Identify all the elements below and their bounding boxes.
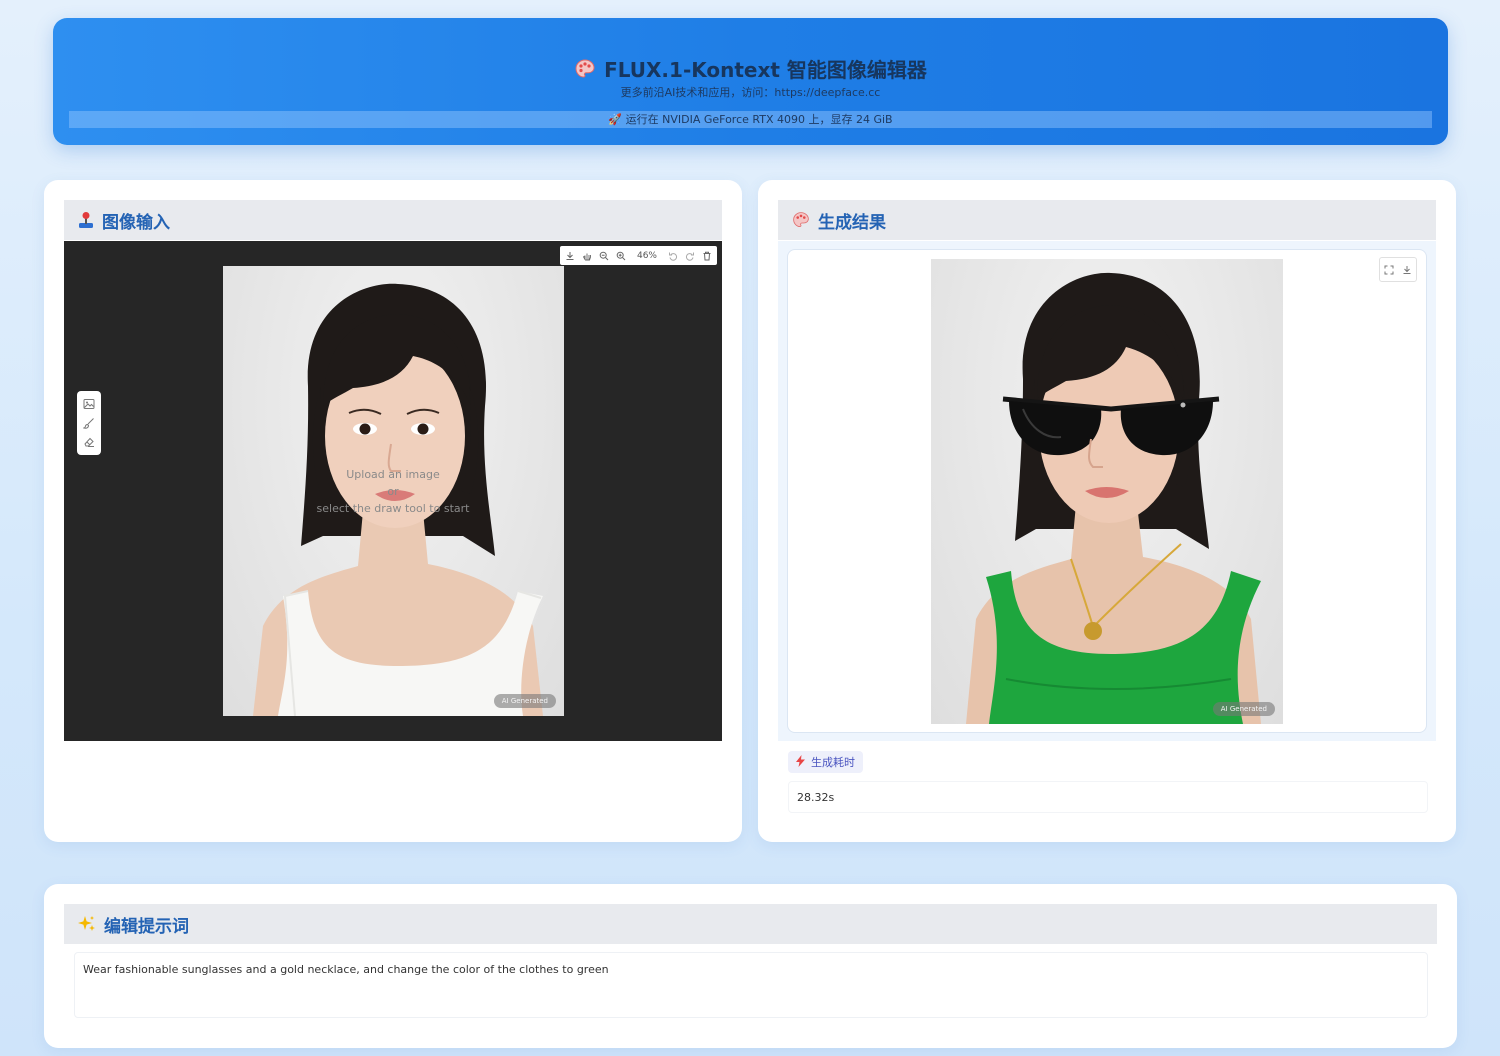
output-card-header: 生成结果 [778,200,1436,240]
pan-icon[interactable] [582,251,592,261]
output-photo: AI Generated [931,259,1283,724]
zoom-out-icon[interactable] [599,251,609,261]
input-card-title: 图像输入 [102,212,170,233]
prompt-card-title: 编辑提示词 [104,916,189,937]
app-header: FLUX.1-Kontext 智能图像编辑器 更多前沿AI技术和应用，访问：ht… [53,18,1448,145]
output-portrait-illustration [966,272,1261,724]
prompt-card: 编辑提示词 Wear fashionable sunglasses and a … [44,884,1457,1048]
ai-generated-badge: AI Generated [1212,702,1275,716]
fullscreen-icon[interactable] [1384,260,1394,279]
rocket-icon: 🚀 [608,113,626,126]
input-card-header: 图像输入 [64,200,722,240]
output-image-frame: AI Generated [787,249,1427,733]
zoom-level: 46% [636,250,657,261]
upload-placeholder-line1: Upload an image [346,468,440,481]
image-icon[interactable] [83,395,95,414]
eraser-icon[interactable] [83,433,95,452]
upload-placeholder-line2: or [387,485,399,498]
generation-time-label: 生成耗时 [788,751,863,773]
palette-icon [574,58,596,85]
input-card: 图像输入 46% AI Generated Upload an image or… [44,180,742,842]
output-card-title: 生成结果 [818,212,886,233]
joystick-icon [78,211,94,229]
generation-time-label-text: 生成耗时 [811,756,855,769]
app-subtitle: 更多前沿AI技术和应用，访问：https://deepface.cc [620,86,881,99]
prompt-card-header: 编辑提示词 [64,904,1437,944]
app-title-row: FLUX.1-Kontext 智能图像编辑器 [53,54,1448,85]
sparkles-icon [78,915,96,933]
upload-placeholder: Upload an image or select the draw tool … [264,466,522,517]
palette-icon [792,211,810,229]
undo-icon[interactable] [668,251,678,261]
editor-side-tools [77,391,101,455]
redo-icon[interactable] [685,251,695,261]
app-title: FLUX.1-Kontext 智能图像编辑器 [604,58,927,82]
gpu-info-text: 运行在 NVIDIA GeForce RTX 4090 上，显存 24 GiB [625,113,893,126]
download-icon[interactable] [565,251,575,261]
upload-placeholder-line3: select the draw tool to start [316,502,470,515]
output-toolbar [1379,257,1417,282]
generation-time-value: 28.32s [788,781,1428,813]
zoom-in-icon[interactable] [616,251,626,261]
download-icon[interactable] [1402,260,1412,279]
output-card: 生成结果 AI Generated 生成耗时 28.32s [758,180,1456,842]
gpu-info-bar: 🚀 运行在 NVIDIA GeForce RTX 4090 上，显存 24 Gi… [69,111,1432,128]
trash-icon[interactable] [702,251,712,261]
editor-toolbar: 46% [559,246,717,265]
prompt-textarea[interactable]: Wear fashionable sunglasses and a gold n… [74,952,1428,1018]
ai-generated-badge: AI Generated [493,694,556,708]
lightning-icon [796,754,805,770]
image-editor-canvas[interactable]: 46% AI Generated Upload an image or sele… [64,241,722,741]
brush-icon[interactable] [82,414,95,433]
output-image-area: AI Generated [778,241,1436,741]
